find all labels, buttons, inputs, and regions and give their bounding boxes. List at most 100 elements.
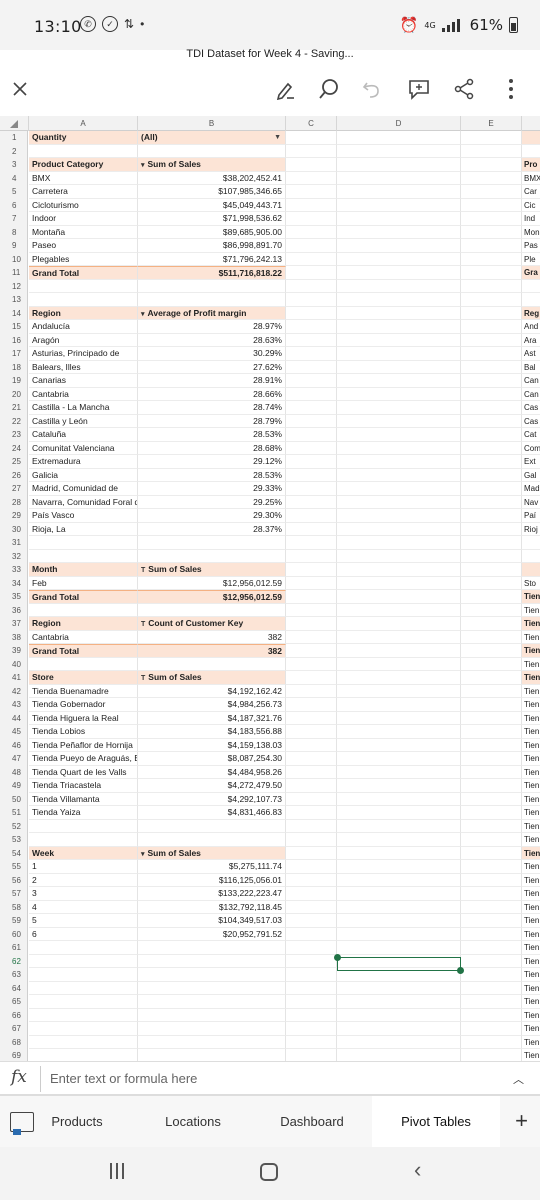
row-number[interactable]: 7 <box>0 212 28 226</box>
cell-c[interactable] <box>286 1022 337 1036</box>
cell-f[interactable]: Ple <box>522 253 540 266</box>
cell-d[interactable] <box>337 158 461 172</box>
cell-f[interactable]: Tien <box>522 1036 540 1049</box>
cell-b[interactable]: T Sum of Sales <box>138 563 286 577</box>
cell-c[interactable] <box>286 306 337 320</box>
cell-f[interactable]: Tien <box>522 860 540 874</box>
cell-d[interactable] <box>337 738 461 752</box>
row-number[interactable]: 12 <box>0 279 28 293</box>
cell-b[interactable]: $86,998,891.70 <box>138 239 286 253</box>
cell-b[interactable]: 30.29% <box>138 347 286 361</box>
row-number[interactable]: 53 <box>0 833 28 847</box>
row-number[interactable]: 60 <box>0 927 28 941</box>
row-number[interactable]: 46 <box>0 738 28 752</box>
row-number[interactable]: 13 <box>0 293 28 307</box>
cell-c[interactable] <box>286 860 337 874</box>
cell-c[interactable] <box>286 333 337 347</box>
tab-pivot-tables[interactable]: Pivot Tables <box>372 1096 500 1148</box>
cell-a[interactable]: 1 <box>29 860 138 874</box>
cell-e[interactable] <box>461 185 522 199</box>
cell-a[interactable]: 5 <box>29 914 138 928</box>
cell-b[interactable]: 28.53% <box>138 468 286 482</box>
cell-b[interactable]: $4,831,466.83 <box>138 806 286 820</box>
cell-e[interactable] <box>461 725 522 739</box>
cell-c[interactable] <box>286 239 337 253</box>
cell-b[interactable]: 27.62% <box>138 360 286 374</box>
cell-c[interactable] <box>286 509 337 523</box>
cell-e[interactable] <box>461 941 522 955</box>
cell-a[interactable]: Tienda Villamanta <box>29 792 138 806</box>
row-number[interactable]: 20 <box>0 387 28 401</box>
tab-products[interactable]: Products <box>44 1096 110 1148</box>
cell-a[interactable]: Navarra, Comunidad Foral de <box>29 495 138 509</box>
cell-f[interactable]: Can <box>522 374 540 388</box>
cell-f[interactable]: Tien <box>522 1049 540 1061</box>
cell-c[interactable] <box>286 468 337 482</box>
cell-f[interactable]: Tien <box>522 887 540 901</box>
cell-c[interactable] <box>286 576 337 590</box>
cell-f[interactable] <box>522 131 540 145</box>
cell-c[interactable] <box>286 819 337 833</box>
cell-d[interactable] <box>337 185 461 199</box>
cell-d[interactable] <box>337 630 461 644</box>
home-icon[interactable] <box>260 1163 278 1181</box>
cell-a[interactable]: Store <box>29 671 138 685</box>
cell-e[interactable] <box>461 900 522 914</box>
row-number[interactable]: 14 <box>0 306 28 320</box>
cell-f[interactable]: Reg <box>522 306 540 320</box>
cell-a[interactable] <box>29 968 138 982</box>
cell-b[interactable]: $104,349,517.03 <box>138 914 286 928</box>
cell-d[interactable] <box>337 752 461 766</box>
row-number[interactable]: 68 <box>0 1035 28 1049</box>
cell-b[interactable] <box>138 144 286 158</box>
cell-c[interactable] <box>286 995 337 1009</box>
cell-b[interactable]: 28.37% <box>138 522 286 536</box>
cell-e[interactable] <box>461 468 522 482</box>
cell-a[interactable]: Carretera <box>29 185 138 199</box>
cell-a[interactable]: Plegables <box>29 252 138 266</box>
column-header-c[interactable]: C <box>286 116 337 131</box>
cell-a[interactable] <box>29 657 138 671</box>
cell-a[interactable]: Grand Total <box>29 266 138 280</box>
cell-a[interactable]: Castilla y León <box>29 414 138 428</box>
cell-c[interactable] <box>286 914 337 928</box>
cell-b[interactable] <box>138 536 286 550</box>
cell-e[interactable] <box>461 617 522 631</box>
row-number[interactable]: 32 <box>0 549 28 563</box>
cell-d[interactable] <box>337 428 461 442</box>
row-number[interactable]: 33 <box>0 563 28 577</box>
cell-e[interactable] <box>461 711 522 725</box>
cell-d[interactable] <box>337 1008 461 1022</box>
cell-a[interactable]: Montaña <box>29 225 138 239</box>
cell-a[interactable] <box>29 981 138 995</box>
row-number[interactable]: 58 <box>0 900 28 914</box>
cell-b[interactable] <box>138 1008 286 1022</box>
cell-c[interactable] <box>286 698 337 712</box>
chevron-up-icon[interactable]: ︿ <box>513 1071 524 1087</box>
row-number[interactable]: 59 <box>0 914 28 928</box>
cell-d[interactable] <box>337 239 461 253</box>
cell-e[interactable] <box>461 590 522 604</box>
cell-b[interactable]: $4,159,138.03 <box>138 738 286 752</box>
cell-b[interactable]: $45,049,443.71 <box>138 198 286 212</box>
cell-f[interactable]: Can <box>522 388 540 401</box>
cell-b[interactable] <box>138 293 286 307</box>
row-number[interactable]: 38 <box>0 630 28 644</box>
cell-e[interactable] <box>461 981 522 995</box>
cell-d[interactable] <box>337 644 461 658</box>
cell-c[interactable] <box>286 806 337 820</box>
cell-f[interactable]: And <box>522 320 540 334</box>
cell-b[interactable]: 28.91% <box>138 374 286 388</box>
cell-b[interactable]: $133,222,223.47 <box>138 887 286 901</box>
cell-c[interactable] <box>286 549 337 563</box>
cell-a[interactable] <box>29 833 138 847</box>
cell-b[interactable]: ▾ Average of Profit margin <box>138 306 286 320</box>
close-icon[interactable] <box>5 74 35 104</box>
cell-c[interactable] <box>286 725 337 739</box>
row-number[interactable]: 24 <box>0 441 28 455</box>
cell-f[interactable] <box>522 145 540 158</box>
row-number[interactable]: 47 <box>0 752 28 766</box>
cell-f[interactable]: Tien <box>522 806 540 820</box>
cell-e[interactable] <box>461 1022 522 1036</box>
cell-b[interactable]: $107,985,346.65 <box>138 185 286 199</box>
